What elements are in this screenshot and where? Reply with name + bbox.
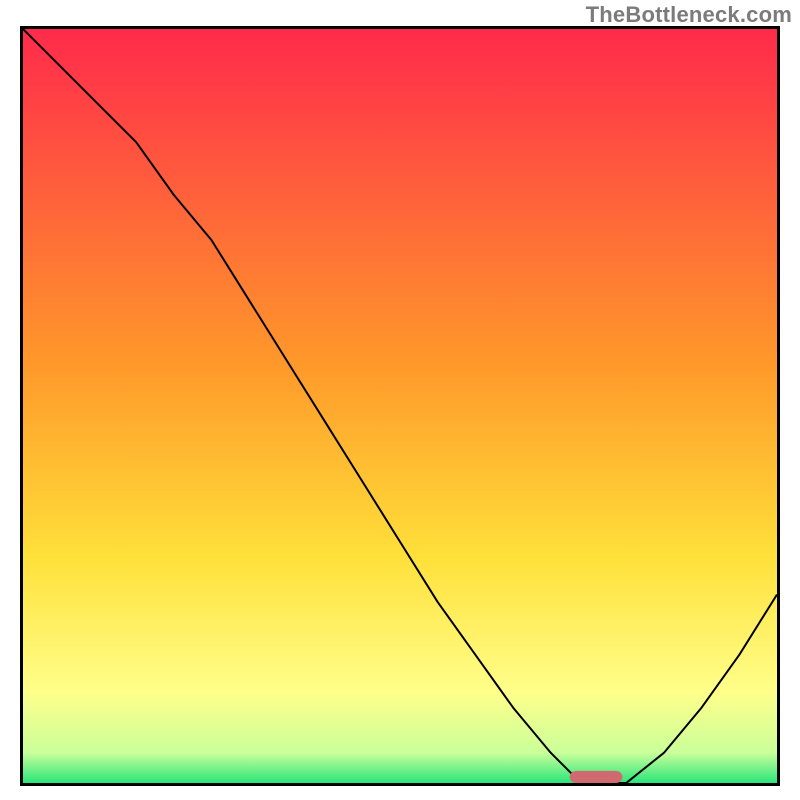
marker-pill — [570, 771, 623, 783]
attribution-label: TheBottleneck.com — [586, 2, 792, 28]
plot-area — [20, 26, 780, 786]
chart-container: TheBottleneck.com — [0, 0, 800, 800]
chart-svg — [23, 29, 777, 783]
